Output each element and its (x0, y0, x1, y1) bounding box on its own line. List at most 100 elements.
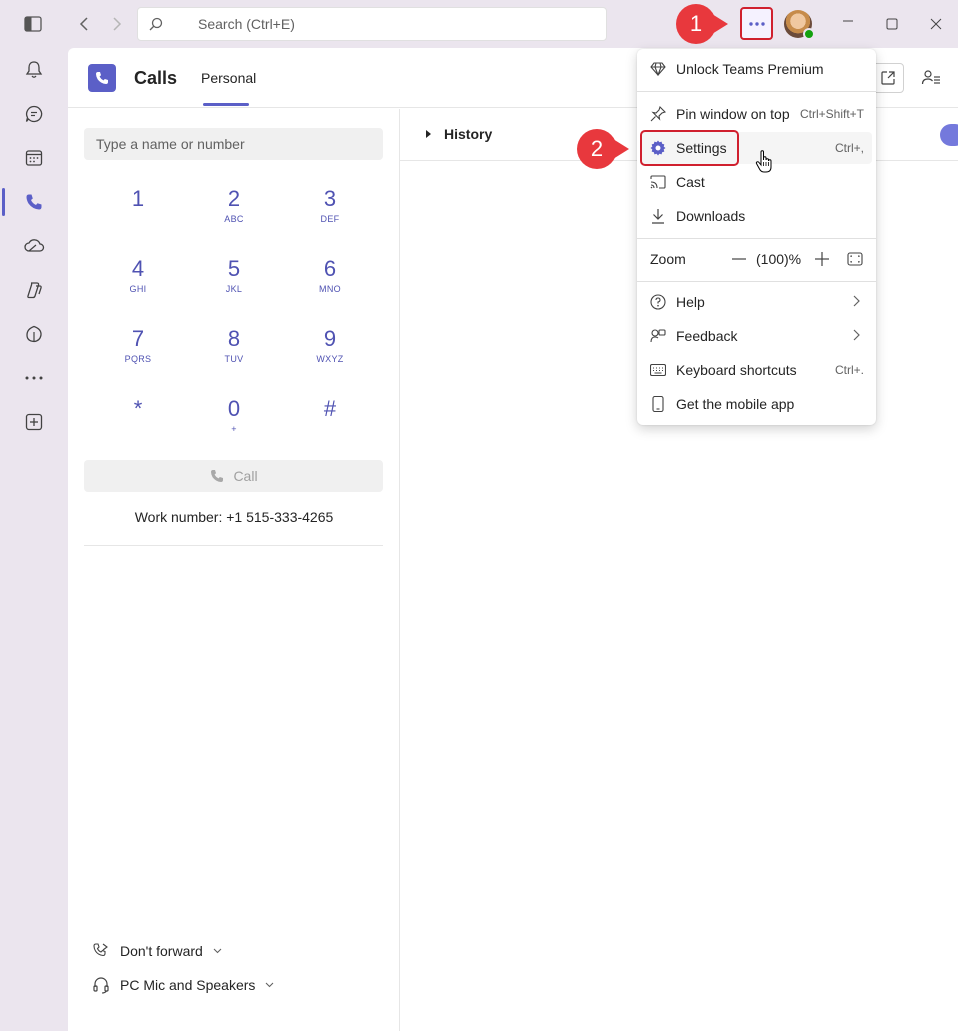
dial-key-7[interactable]: 7 PQRS (98, 326, 178, 378)
rail-more[interactable] (0, 356, 68, 400)
caret-right-icon[interactable] (426, 130, 431, 138)
menu-zoom-row: Zoom (100)% (641, 243, 872, 275)
menu-label: Unlock Teams Premium (676, 61, 824, 77)
cast-icon (650, 174, 666, 190)
maximize-button[interactable] (886, 17, 898, 35)
menu-shortcut: Ctrl+. (834, 363, 864, 377)
dial-key-8[interactable]: 8 TUV (194, 326, 274, 378)
callout-number: 2 (577, 129, 617, 169)
sidebar-toggle-icon[interactable] (22, 14, 44, 34)
menu-item-mobile-app[interactable]: Get the mobile app (641, 388, 872, 420)
dial-pane: Type a name or number 1 2 ABC 3 DEF 4 GHI 5… (68, 109, 400, 1031)
dial-key-hash[interactable]: # (290, 396, 370, 448)
pop-out-icon (881, 71, 895, 85)
menu-item-help[interactable]: Help (641, 286, 872, 318)
call-button[interactable]: Call (84, 460, 383, 492)
dial-letters: WXYZ (316, 354, 344, 364)
callout-arrow (712, 14, 728, 34)
callout-arrow (613, 139, 629, 159)
dial-digit: * (133, 396, 143, 421)
menu-item-unlock-premium[interactable]: Unlock Teams Premium (641, 53, 872, 85)
menu-label: Get the mobile app (676, 396, 795, 412)
dial-input[interactable]: Type a name or number (84, 128, 383, 160)
history-toggle[interactable]: History (444, 126, 492, 142)
rail-copilot[interactable] (0, 268, 68, 312)
call-forwarding-dropdown[interactable]: Don't forward (92, 942, 222, 960)
menu-label: Feedback (676, 328, 738, 344)
rail-calls[interactable] (0, 180, 68, 224)
pin-icon (650, 106, 666, 122)
menu-item-keyboard-shortcuts[interactable]: Keyboard shortcuts Ctrl+. (641, 354, 872, 386)
more-options-menu: Unlock Teams Premium Pin window on top C… (637, 49, 876, 425)
dial-key-5[interactable]: 5 JKL (194, 256, 274, 308)
dial-digit: 0 (227, 396, 241, 421)
menu-shortcut: Ctrl+, (834, 141, 864, 155)
dial-key-1[interactable]: 1 (98, 186, 178, 238)
rail-onedrive[interactable] (0, 224, 68, 268)
help-icon (650, 294, 666, 310)
tab-active-indicator (203, 103, 249, 106)
menu-item-pin-window[interactable]: Pin window on top Ctrl+Shift+T (641, 98, 872, 130)
chevron-right-icon (853, 294, 860, 310)
dial-digit: 1 (131, 186, 145, 211)
menu-label: Keyboard shortcuts (676, 362, 797, 378)
pop-out-button[interactable] (872, 63, 904, 93)
back-icon[interactable] (74, 14, 94, 34)
menu-separator (637, 281, 876, 282)
zoom-in-icon[interactable] (814, 251, 830, 270)
zoom-value: (100)% (756, 251, 802, 267)
dial-key-3[interactable]: 3 DEF (290, 186, 370, 238)
rail-activity[interactable] (0, 48, 68, 92)
fullscreen-icon[interactable] (847, 252, 863, 269)
chevron-down-icon (213, 948, 222, 954)
dial-key-star[interactable]: * (98, 396, 178, 448)
divider (84, 545, 383, 546)
forward-icon[interactable] (107, 14, 127, 34)
dial-letters: DEF (320, 214, 340, 224)
more-options-button[interactable] (740, 7, 773, 40)
dial-digit: 5 (227, 256, 241, 281)
dial-digit: 8 (227, 326, 241, 351)
rail-calendar[interactable] (0, 136, 68, 180)
menu-item-feedback[interactable]: Feedback (641, 320, 872, 352)
dial-digit: 7 (131, 326, 145, 351)
bell-icon (25, 61, 43, 78)
zoom-label: Zoom (650, 251, 686, 267)
rail-add-apps[interactable] (0, 400, 68, 444)
dial-letters: MNO (319, 284, 341, 294)
dial-letters: PQRS (124, 354, 152, 364)
dial-digit: 2 (227, 186, 241, 211)
calendar-icon (25, 150, 43, 166)
rail-viva[interactable] (0, 312, 68, 356)
headset-icon (93, 977, 109, 994)
menu-item-downloads[interactable]: Downloads (641, 200, 872, 232)
audio-device-dropdown[interactable]: PC Mic and Speakers (92, 976, 274, 994)
rail-chat[interactable] (0, 92, 68, 136)
dial-letters: JKL (225, 284, 243, 294)
phone-icon (26, 194, 42, 210)
dial-key-2[interactable]: 2 ABC (194, 186, 274, 238)
menu-label: Help (676, 294, 705, 310)
presence-available-icon (803, 28, 815, 40)
menu-separator (637, 238, 876, 239)
dial-key-4[interactable]: 4 GHI (98, 256, 178, 308)
tab-personal[interactable]: Personal (201, 70, 256, 86)
call-button-label: Call (233, 468, 258, 484)
dial-letters: GHI (129, 284, 147, 294)
mobile-icon (650, 396, 666, 412)
dial-digit: # (323, 396, 337, 421)
dial-key-0[interactable]: 0 + (194, 396, 274, 448)
zoom-out-icon[interactable] (731, 251, 747, 270)
title-bar: Search (Ctrl+E) 1 (0, 0, 958, 48)
contacts-icon[interactable] (920, 68, 942, 88)
dial-key-6[interactable]: 6 MNO (290, 256, 370, 308)
dial-digit: 3 (323, 186, 337, 211)
chevron-right-icon (853, 328, 860, 344)
search-input[interactable]: Search (Ctrl+E) (137, 7, 607, 41)
close-button[interactable] (930, 17, 942, 35)
history-dropdown-pill[interactable] (940, 124, 958, 146)
avatar[interactable] (784, 10, 815, 40)
more-apps-icon (25, 376, 43, 380)
dial-key-9[interactable]: 9 WXYZ (290, 326, 370, 378)
minimize-button[interactable] (842, 14, 854, 32)
